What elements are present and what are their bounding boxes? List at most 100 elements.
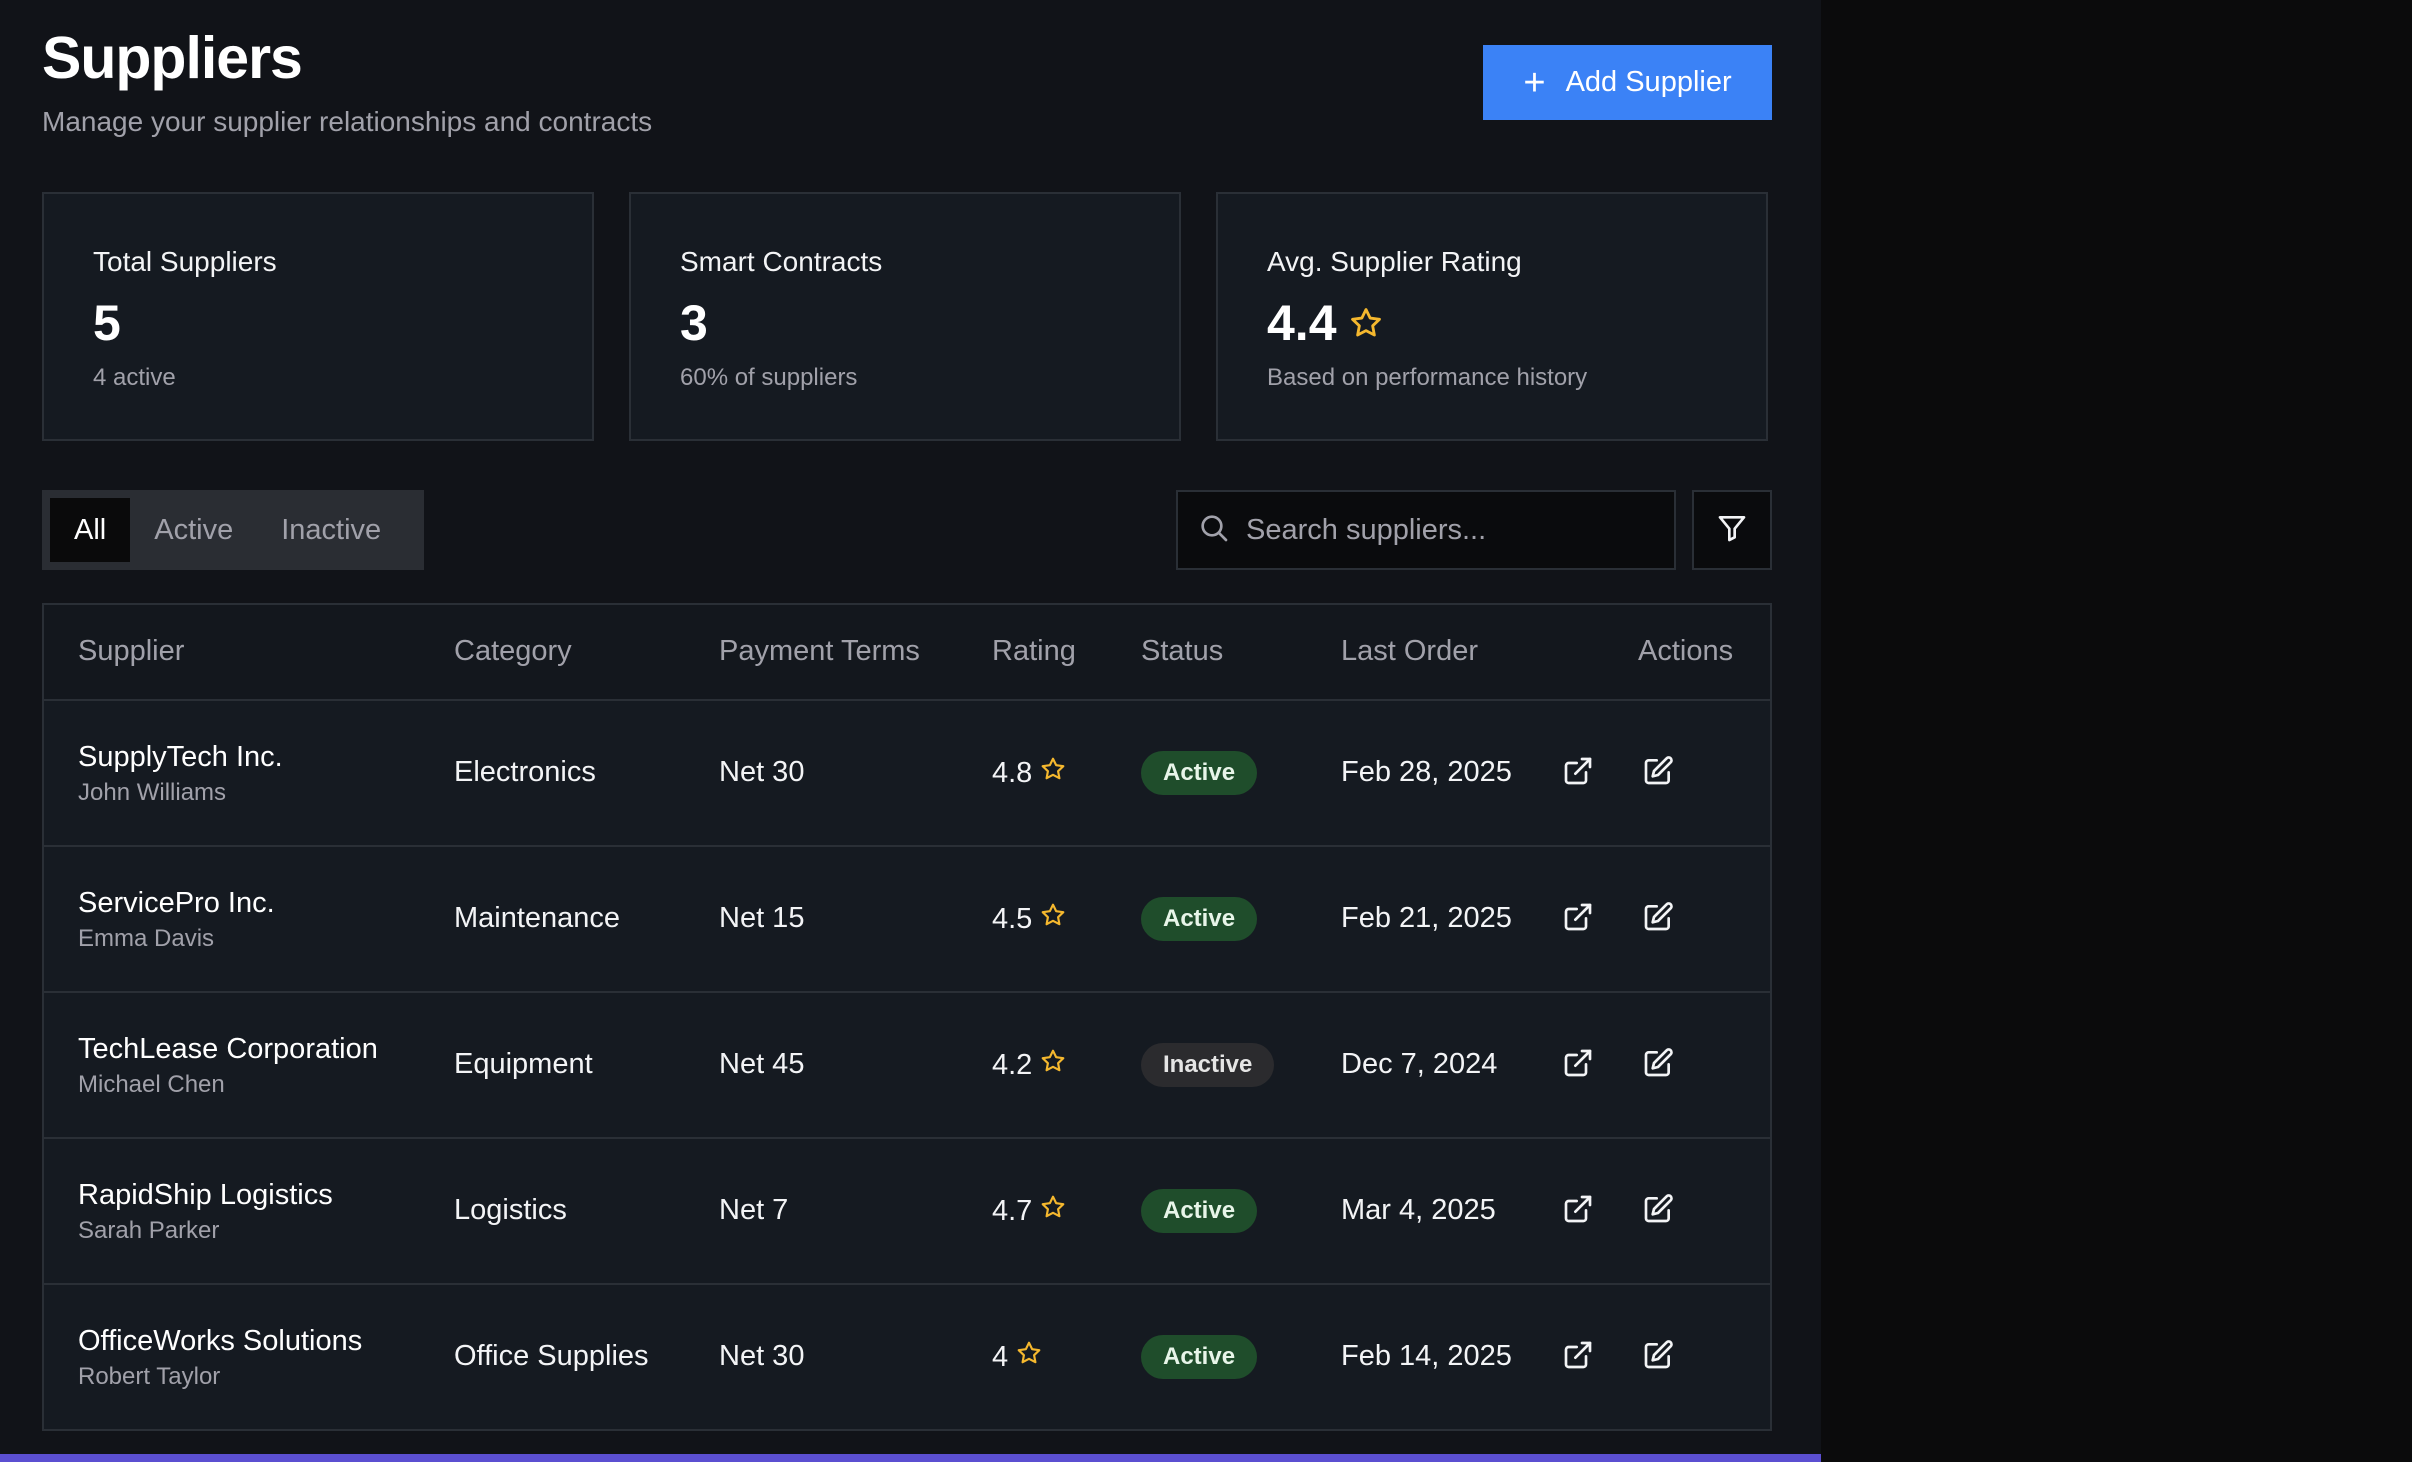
rating-value: 4	[992, 1340, 1009, 1373]
star-icon	[1040, 1194, 1066, 1228]
column-header: Supplier	[78, 635, 185, 667]
page-subtitle: Manage your supplier relationships and c…	[42, 106, 653, 137]
star-icon	[1040, 756, 1066, 790]
table-header: Supplier Category Payment Terms Rating S…	[44, 605, 1770, 701]
status-badge: Active	[1141, 751, 1258, 795]
stat-label: Smart Contracts	[680, 246, 883, 277]
supplier-name: RapidShip Logistics	[78, 1179, 333, 1211]
external-link-icon	[1562, 901, 1594, 938]
supplier-category: Electronics	[454, 756, 596, 788]
filter-icon	[1716, 512, 1748, 549]
open-supplier-button[interactable]	[1558, 1191, 1598, 1231]
payment-terms: Net 15	[719, 902, 805, 934]
supplier-category: Office Supplies	[454, 1340, 649, 1372]
last-order-date: Mar 4, 2025	[1341, 1194, 1496, 1226]
open-supplier-button[interactable]	[1558, 1045, 1598, 1085]
external-link-icon	[1562, 1047, 1594, 1084]
last-order-date: Feb 28, 2025	[1341, 756, 1512, 788]
filter-button[interactable]	[1692, 490, 1772, 570]
stat-sub: 60% of suppliers	[680, 364, 858, 391]
edit-supplier-button[interactable]	[1638, 1191, 1678, 1231]
search-box	[1176, 490, 1676, 570]
table-row: TechLease Corporation Michael Chen Equip…	[44, 993, 1770, 1139]
column-header: Payment Terms	[719, 635, 920, 667]
tab-inactive[interactable]: Inactive	[257, 498, 405, 562]
page-title: Suppliers	[42, 25, 303, 91]
star-icon	[1349, 294, 1383, 352]
last-order-date: Feb 14, 2025	[1341, 1340, 1512, 1372]
stat-value: 3	[680, 295, 708, 351]
rating-value: 4.7	[992, 1194, 1033, 1227]
stat-label: Total Suppliers	[93, 246, 277, 277]
edit-supplier-button[interactable]	[1638, 899, 1678, 939]
search-icon	[1178, 512, 1230, 549]
stat-card-total-suppliers: Total Suppliers 5 4 active	[42, 192, 594, 441]
payment-terms: Net 7	[719, 1194, 789, 1226]
supplier-contact: Robert Taylor	[78, 1363, 221, 1390]
supplier-contact: Sarah Parker	[78, 1217, 220, 1244]
external-link-icon	[1562, 755, 1594, 792]
edit-icon	[1642, 755, 1674, 792]
edit-icon	[1642, 1339, 1674, 1376]
column-header: Actions	[1638, 635, 1734, 667]
supplier-category: Maintenance	[454, 902, 621, 934]
stat-card-avg-rating: Avg. Supplier Rating 4.4 Based on perfor…	[1216, 192, 1768, 441]
supplier-category: Equipment	[454, 1048, 593, 1080]
table-row: SupplyTech Inc. John Williams Electronic…	[44, 701, 1770, 847]
stat-sub: Based on performance history	[1267, 364, 1588, 391]
rating-value: 4.2	[992, 1048, 1033, 1081]
add-supplier-label: Add Supplier	[1565, 66, 1732, 98]
edit-supplier-button[interactable]	[1638, 1045, 1678, 1085]
status-badge: Active	[1141, 1189, 1258, 1233]
supplier-contact: Michael Chen	[78, 1071, 225, 1098]
star-icon	[1040, 1048, 1066, 1082]
plus-icon: +	[1523, 61, 1546, 104]
star-icon	[1040, 902, 1066, 936]
supplier-name: SupplyTech Inc.	[78, 741, 283, 773]
suppliers-page: Suppliers Manage your supplier relations…	[0, 0, 1821, 1462]
tab-active[interactable]: Active	[130, 498, 257, 562]
stat-sub: 4 active	[93, 364, 176, 391]
add-supplier-button[interactable]: + Add Supplier	[1483, 45, 1772, 120]
open-supplier-button[interactable]	[1558, 753, 1598, 793]
last-order-date: Dec 7, 2024	[1341, 1048, 1498, 1080]
open-supplier-button[interactable]	[1558, 899, 1598, 939]
edit-supplier-button[interactable]	[1638, 1337, 1678, 1377]
status-badge: Active	[1141, 1335, 1258, 1379]
supplier-name: OfficeWorks Solutions	[78, 1325, 363, 1357]
stat-value: 4.4	[1267, 295, 1337, 351]
rating-value: 4.5	[992, 902, 1033, 935]
rating-value: 4.8	[992, 756, 1033, 789]
status-tabs: All Active Inactive	[42, 490, 424, 570]
edit-icon	[1642, 901, 1674, 938]
supplier-category: Logistics	[454, 1194, 567, 1226]
edit-icon	[1642, 1047, 1674, 1084]
column-header: Status	[1141, 635, 1224, 667]
payment-terms: Net 45	[719, 1048, 805, 1080]
supplier-contact: Emma Davis	[78, 925, 215, 952]
supplier-contact: John Williams	[78, 779, 227, 806]
status-badge: Inactive	[1141, 1043, 1275, 1087]
stat-label: Avg. Supplier Rating	[1267, 246, 1522, 277]
stat-card-smart-contracts: Smart Contracts 3 60% of suppliers	[629, 192, 1181, 441]
supplier-name: ServicePro Inc.	[78, 887, 275, 919]
search-input[interactable]	[1244, 512, 1648, 548]
table-row: RapidShip Logistics Sarah Parker Logisti…	[44, 1139, 1770, 1285]
table-row: ServicePro Inc. Emma Davis Maintenance N…	[44, 847, 1770, 993]
external-link-icon	[1562, 1339, 1594, 1376]
payment-terms: Net 30	[719, 756, 805, 788]
edit-icon	[1642, 1193, 1674, 1230]
star-icon	[1016, 1340, 1042, 1374]
status-badge: Active	[1141, 897, 1258, 941]
payment-terms: Net 30	[719, 1340, 805, 1372]
column-header: Rating	[992, 635, 1076, 667]
column-header: Last Order	[1341, 635, 1478, 667]
tab-all[interactable]: All	[50, 498, 131, 562]
last-order-date: Feb 21, 2025	[1341, 902, 1512, 934]
stat-value: 5	[93, 295, 121, 351]
edit-supplier-button[interactable]	[1638, 753, 1678, 793]
open-supplier-button[interactable]	[1558, 1337, 1598, 1377]
column-header: Category	[454, 635, 572, 667]
bottom-accent-bar	[0, 1454, 1821, 1462]
external-link-icon	[1562, 1193, 1594, 1230]
